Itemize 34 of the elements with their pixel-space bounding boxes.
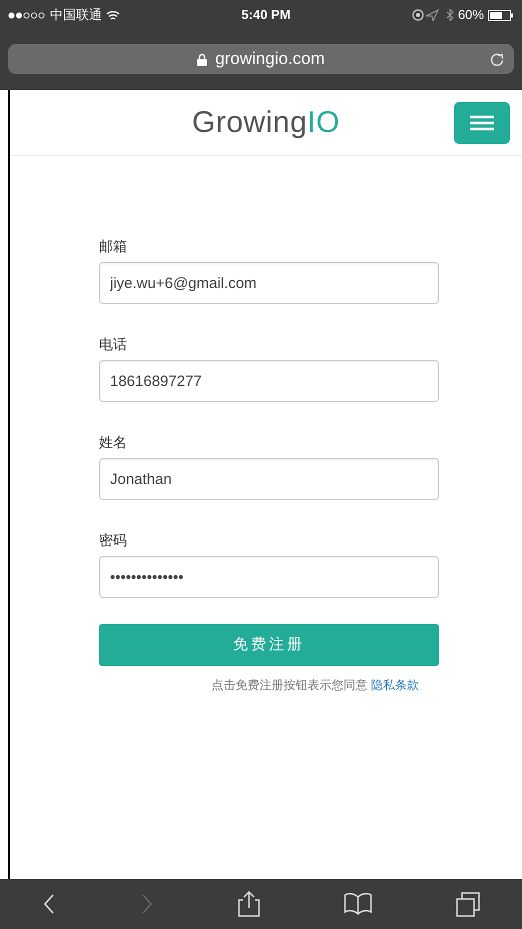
book-button[interactable] bbox=[344, 892, 372, 916]
field-label: 密码 bbox=[99, 531, 128, 550]
menu-button[interactable] bbox=[454, 102, 510, 144]
input-field[interactable]: •••••••••••••• bbox=[99, 556, 439, 598]
back-button[interactable] bbox=[42, 893, 56, 915]
field-label: 姓名 bbox=[99, 433, 128, 452]
url-text: growingio.com bbox=[215, 48, 325, 70]
field-label: 邮箱 bbox=[99, 237, 128, 256]
carrier-name: 中国联通 bbox=[50, 6, 102, 24]
wifi-icon bbox=[106, 10, 120, 20]
share-button[interactable] bbox=[238, 891, 260, 917]
battery-percent: 60% bbox=[458, 6, 484, 24]
privacy-link[interactable]: 隐私条款 bbox=[371, 678, 419, 692]
logo[interactable]: GrowingIO bbox=[192, 100, 340, 145]
lock-icon bbox=[197, 52, 208, 66]
share-icon bbox=[238, 891, 260, 917]
input-field[interactable]: Jonathan bbox=[99, 458, 439, 500]
tabs-button[interactable] bbox=[456, 892, 480, 916]
reload-icon[interactable] bbox=[490, 51, 504, 67]
address-bar[interactable]: growingio.com bbox=[8, 44, 514, 74]
location-icon bbox=[412, 9, 442, 21]
input-field[interactable]: 18616897277 bbox=[99, 360, 439, 402]
bluetooth-icon bbox=[446, 9, 454, 21]
signal-icon bbox=[8, 12, 46, 18]
field-label: 电话 bbox=[99, 335, 128, 354]
tabs-icon bbox=[456, 892, 480, 916]
input-field[interactable]: jiye.wu+6@gmail.com bbox=[99, 262, 439, 304]
back-icon bbox=[42, 893, 56, 915]
menu-icon bbox=[470, 115, 494, 131]
agreement-note: 点击免费注册按钮表示您同意 隐私条款 bbox=[212, 678, 419, 692]
forward-icon bbox=[140, 893, 154, 915]
clock-time: 5:40 PM bbox=[241, 6, 291, 24]
book-icon bbox=[344, 892, 372, 916]
battery-icon bbox=[488, 10, 514, 20]
